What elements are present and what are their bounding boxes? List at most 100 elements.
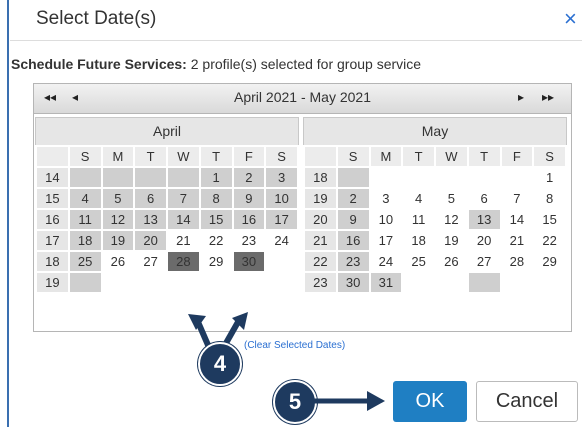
last-page-icon[interactable]: ▸▸	[542, 90, 554, 104]
date-cell: 25	[69, 252, 101, 271]
selected-date-cell[interactable]: 30	[233, 252, 265, 271]
title-divider	[10, 40, 582, 41]
empty-cell	[436, 168, 467, 187]
date-cell[interactable]: 27	[468, 252, 500, 271]
date-cell: 4	[69, 189, 101, 208]
date-cell[interactable]: 29	[534, 252, 565, 271]
cancel-button[interactable]: Cancel	[476, 381, 578, 422]
step5-callout: 5	[273, 380, 317, 424]
date-cell[interactable]: 27	[135, 252, 166, 271]
date-cell: 18	[69, 231, 101, 250]
date-cell: 13	[135, 210, 166, 229]
day-of-week-header: M	[102, 147, 134, 166]
date-cell[interactable]: 26	[102, 252, 134, 271]
date-cell[interactable]: 23	[233, 231, 265, 250]
date-cell[interactable]: 19	[436, 231, 467, 250]
ok-button[interactable]: OK	[393, 381, 467, 422]
month-title: April	[35, 117, 299, 145]
date-cell[interactable]: 22	[200, 231, 232, 250]
date-cell[interactable]: 3	[370, 189, 402, 208]
selected-date-cell[interactable]: 28	[168, 252, 199, 271]
day-of-week-header: F	[501, 147, 533, 166]
select-dates-dialog: Select Date(s) × Schedule Future Service…	[0, 0, 582, 427]
empty-cell	[534, 273, 565, 292]
empty-cell	[266, 273, 297, 292]
week-number: 19	[37, 273, 68, 292]
day-of-week-header: M	[370, 147, 402, 166]
date-cell[interactable]: 22	[534, 231, 565, 250]
week-number: 18	[37, 252, 68, 271]
day-of-week-header: F	[233, 147, 265, 166]
empty-cell	[468, 168, 500, 187]
day-of-week-header: S	[337, 147, 369, 166]
week-number: 16	[37, 210, 68, 229]
date-cell[interactable]: 18	[403, 231, 434, 250]
week-number: 23	[305, 273, 336, 292]
date-cell[interactable]: 6	[468, 189, 500, 208]
date-cell[interactable]: 25	[403, 252, 434, 271]
date-cell[interactable]: 4	[403, 189, 434, 208]
date-cell[interactable]: 1	[534, 168, 565, 187]
date-cell[interactable]: 10	[370, 210, 402, 229]
day-of-week-header: T	[200, 147, 232, 166]
date-cell: 9	[233, 189, 265, 208]
week-number: 22	[305, 252, 336, 271]
empty-cell	[135, 273, 166, 292]
date-cell: 11	[69, 210, 101, 229]
empty-cell	[200, 273, 232, 292]
date-cell[interactable]: 26	[436, 252, 467, 271]
date-cell[interactable]: 12	[436, 210, 467, 229]
week-number: 21	[305, 231, 336, 250]
subtitle-label: Schedule Future Services:	[11, 56, 187, 72]
week-number-header	[305, 147, 336, 166]
date-cell: 9	[337, 210, 369, 229]
date-cell: 23	[337, 252, 369, 271]
empty-cell	[501, 168, 533, 187]
date-cell[interactable]: 7	[501, 189, 533, 208]
dialog-title: Select Date(s)	[36, 8, 157, 29]
date-cell[interactable]: 17	[370, 231, 402, 250]
date-cell: 15	[200, 210, 232, 229]
week-number-header	[37, 147, 68, 166]
date-cell: 17	[266, 210, 297, 229]
date-cell: 7	[168, 189, 199, 208]
day-of-week-header: T	[468, 147, 500, 166]
empty-cell	[168, 168, 199, 187]
step4-callout: 4	[198, 342, 242, 386]
month-title: May	[303, 117, 567, 145]
date-cell[interactable]: 11	[403, 210, 434, 229]
empty-cell	[233, 273, 265, 292]
date-cell[interactable]: 24	[370, 252, 402, 271]
empty-cell	[102, 273, 134, 292]
next-month-icon[interactable]: ▸	[518, 90, 524, 104]
date-cell: 2	[337, 189, 369, 208]
empty-cell	[69, 168, 101, 187]
date-cell[interactable]: 8	[534, 189, 565, 208]
month-grid: S M T W T F S 14 1 2 3 15 4 5 6 7 8 9 10 16 11 12 13 14 15 16 17 17…	[35, 145, 299, 294]
empty-cell	[501, 273, 533, 292]
week-number: 20	[305, 210, 336, 229]
empty-cell	[403, 273, 434, 292]
day-of-week-header: S	[69, 147, 101, 166]
day-of-week-header: T	[403, 147, 434, 166]
date-cell[interactable]: 24	[266, 231, 297, 250]
date-cell[interactable]: 14	[501, 210, 533, 229]
date-cell: 20	[135, 231, 166, 250]
date-cell[interactable]: 5	[436, 189, 467, 208]
date-cell: 12	[102, 210, 134, 229]
date-cell[interactable]: 21	[501, 231, 533, 250]
date-cell[interactable]: 29	[200, 252, 232, 271]
date-cell[interactable]: 28	[501, 252, 533, 271]
empty-cell	[135, 168, 166, 187]
empty-cell	[69, 273, 101, 292]
date-cell[interactable]: 15	[534, 210, 565, 229]
day-of-week-header: W	[168, 147, 199, 166]
week-number: 14	[37, 168, 68, 187]
close-icon[interactable]: ×	[564, 6, 577, 32]
date-cell[interactable]: 21	[168, 231, 199, 250]
calendar-header: ◂◂ ◂ April 2021 - May 2021 ▸ ▸▸	[34, 84, 571, 114]
date-cell[interactable]: 20	[468, 231, 500, 250]
date-cell: 8	[200, 189, 232, 208]
date-cell: 1	[200, 168, 232, 187]
dialog-title-bar: Select Date(s) ×	[10, 0, 582, 40]
